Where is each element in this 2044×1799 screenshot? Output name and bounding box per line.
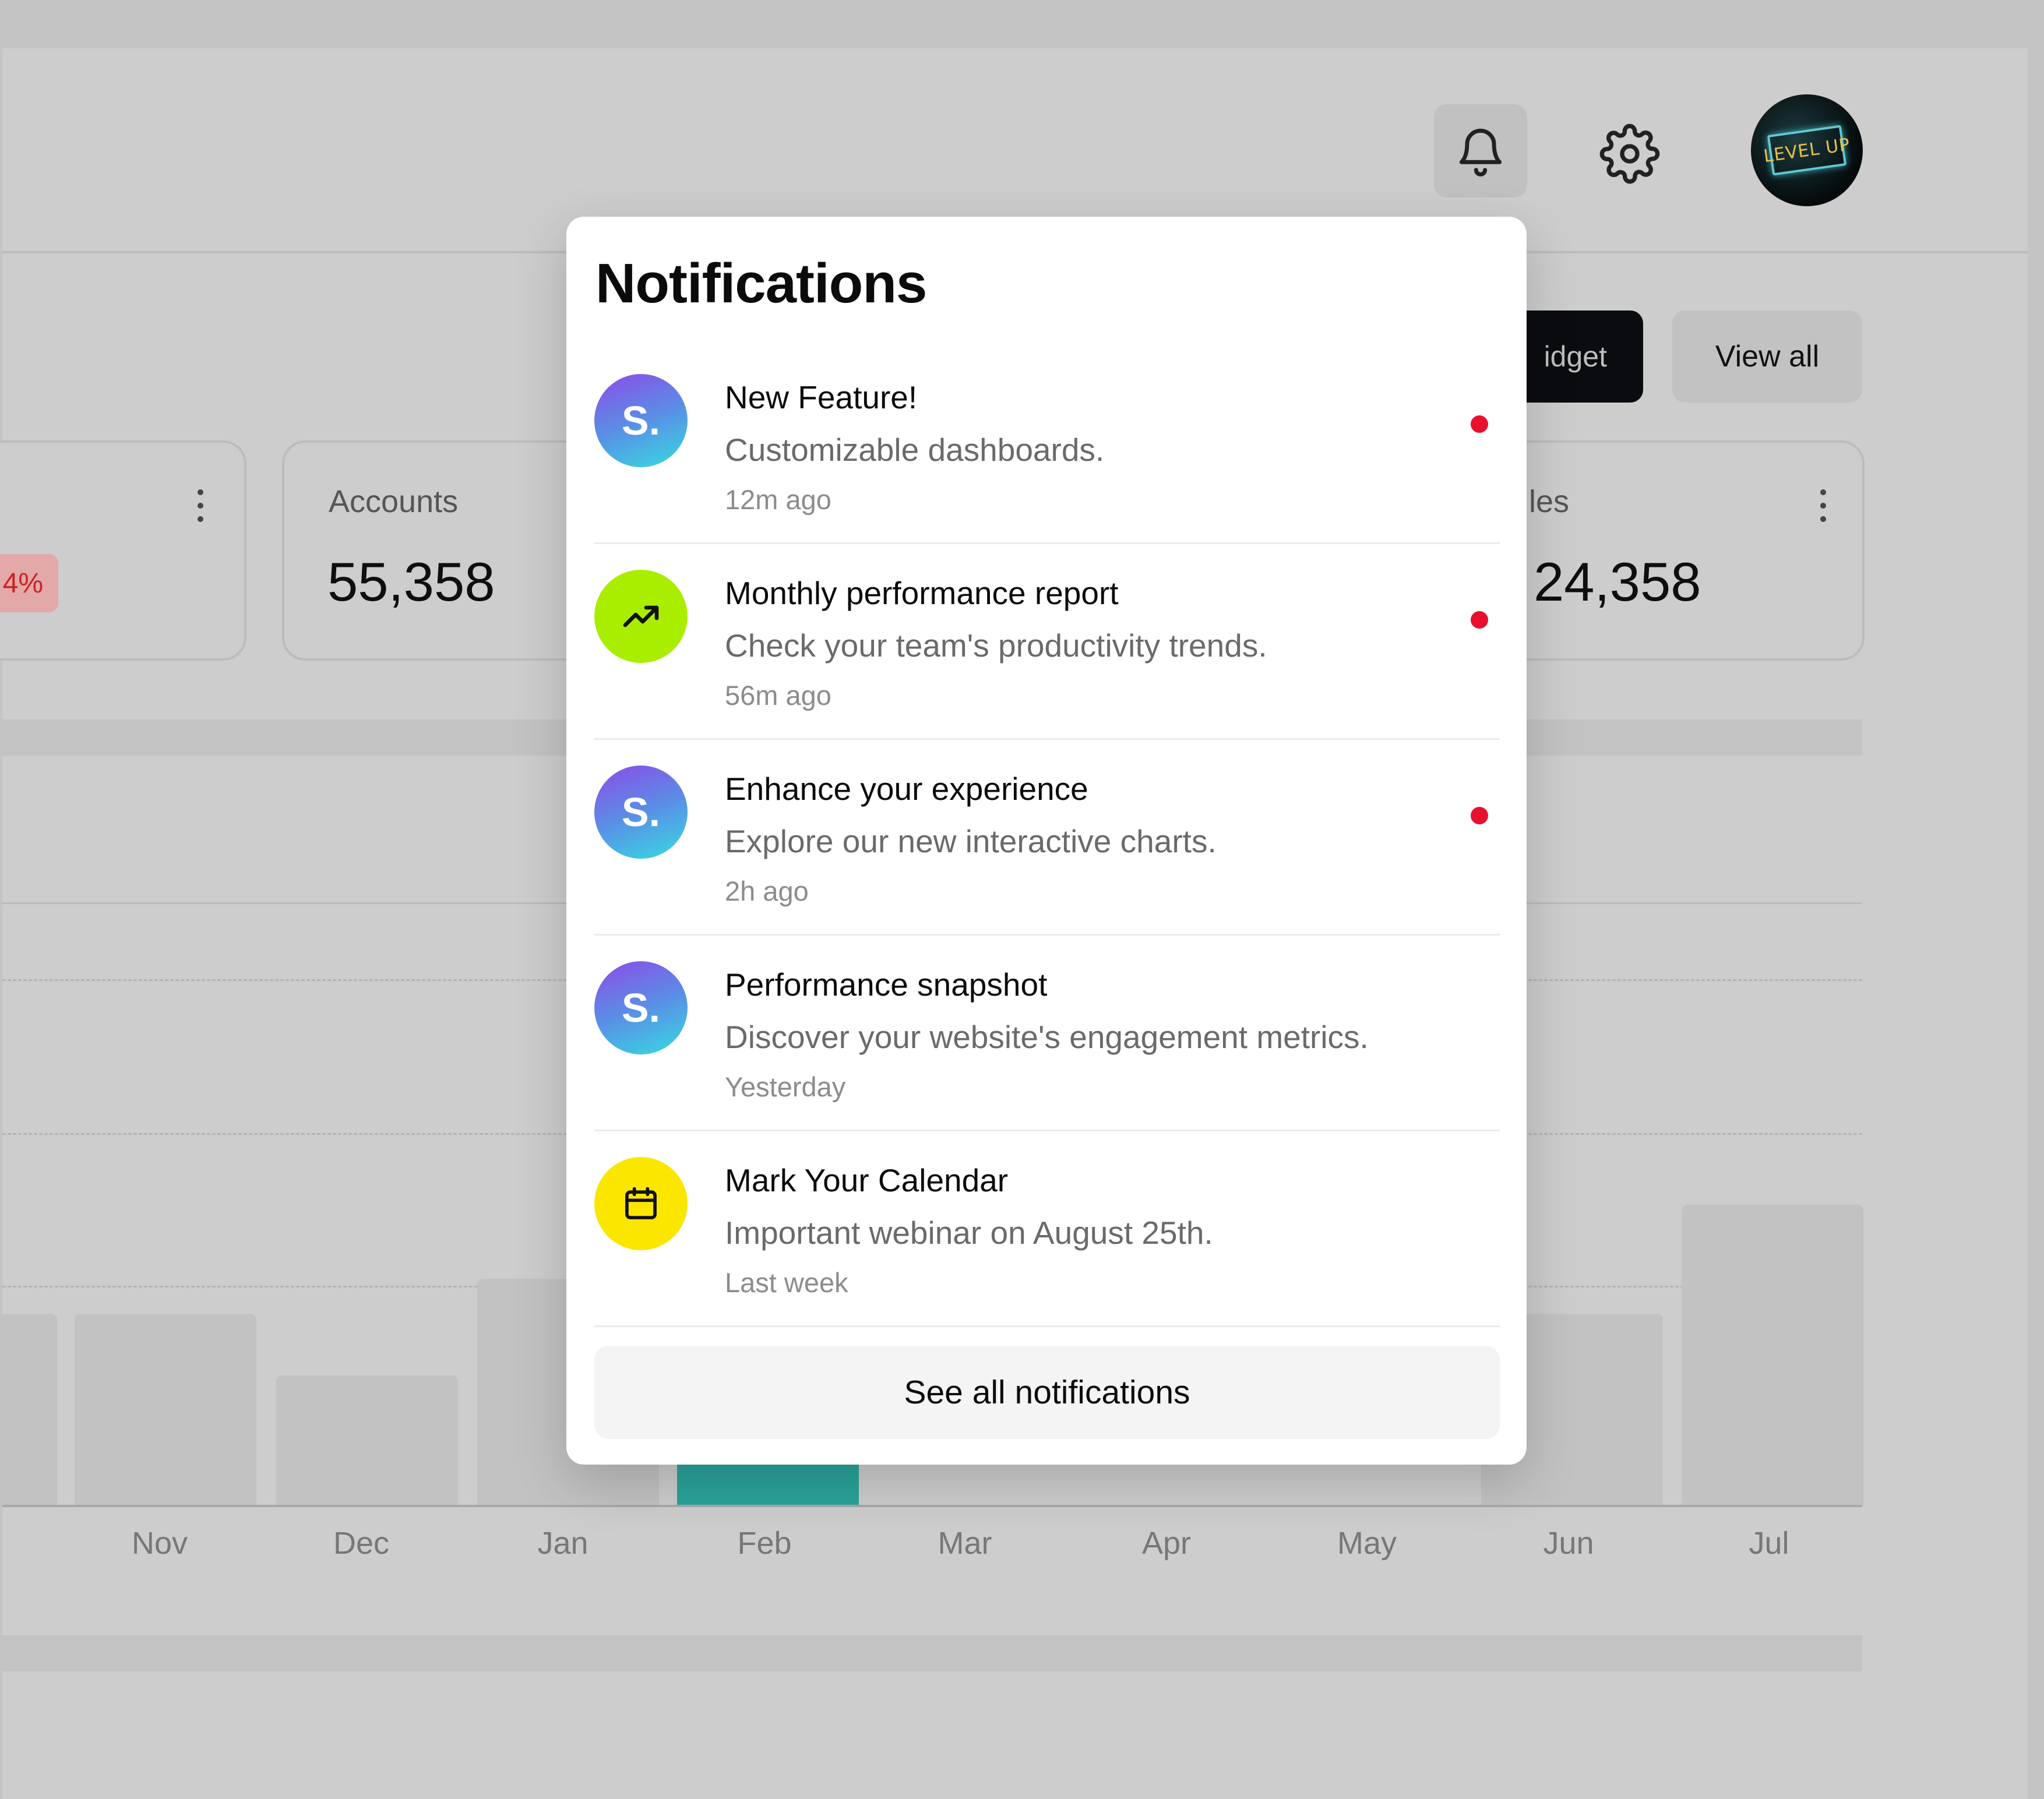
more-options-icon[interactable]: [1820, 489, 1826, 522]
x-axis-label-dec: Dec: [333, 1526, 390, 1561]
notification-description: Customizable dashboards.: [725, 432, 1105, 468]
notification-title: Enhance your experience: [725, 771, 1088, 807]
notification-title: Mark Your Calendar: [725, 1162, 1009, 1198]
settings-button[interactable]: [1598, 122, 1662, 186]
chart-bar: [75, 1314, 256, 1506]
notification-title: New Feature!: [725, 379, 918, 415]
view-all-button[interactable]: View all: [1672, 311, 1862, 403]
notification-time: Yesterday: [725, 1071, 846, 1102]
notification-item[interactable]: Monthly performance report Check your te…: [594, 544, 1500, 740]
x-axis-label-feb: Feb: [737, 1526, 792, 1561]
notification-description: Explore our new interactive charts.: [725, 823, 1217, 859]
sender-avatar-icon: S.: [594, 374, 688, 467]
notification-description: Discover your website's engagement metri…: [725, 1019, 1369, 1055]
chart-bar: [0, 1314, 57, 1506]
avatar-sign: LEVEL UP: [1763, 125, 1851, 176]
notification-item[interactable]: Mark Your Calendar Important webinar on …: [594, 1131, 1500, 1327]
gear-icon: [1599, 124, 1660, 184]
notification-title: Monthly performance report: [725, 575, 1119, 611]
notification-title: Performance snapshot: [725, 966, 1048, 1003]
stat-card-left: [0, 440, 246, 661]
more-options-icon[interactable]: [198, 489, 203, 522]
accounts-label: Accounts: [329, 484, 459, 519]
x-axis-label-jun: Jun: [1543, 1526, 1594, 1561]
notification-item[interactable]: S. New Feature! Customizable dashboards.…: [594, 348, 1500, 544]
unread-dot: [1471, 611, 1488, 629]
accounts-value: 55,358: [327, 551, 495, 612]
notification-item[interactable]: S. Enhance your experience Explore our n…: [594, 740, 1500, 936]
x-axis-label-nov: Nov: [131, 1526, 188, 1561]
stat-card-right: les 24,358: [1494, 440, 1865, 661]
change-badge: 4%: [0, 554, 58, 612]
user-avatar[interactable]: LEVEL UP: [1751, 94, 1863, 206]
trending-up-icon: [594, 570, 688, 663]
chart-bar-active[interactable]: [677, 1464, 859, 1506]
notification-time: 2h ago: [725, 876, 809, 906]
notification-description: Important webinar on August 25th.: [725, 1215, 1213, 1251]
x-axis-label-jul: Jul: [1749, 1526, 1789, 1561]
calendar-icon: [594, 1157, 688, 1250]
notification-time: 56m ago: [725, 680, 831, 711]
notification-description: Check your team's productivity trends.: [725, 627, 1267, 664]
x-axis-label-may: May: [1337, 1526, 1397, 1561]
unread-dot: [1471, 415, 1488, 433]
see-all-notifications-button[interactable]: See all notifications: [594, 1346, 1500, 1439]
chart-bar: [1682, 1205, 1863, 1506]
bell-icon: [1459, 129, 1502, 177]
x-axis-label-jan: Jan: [537, 1526, 588, 1561]
scrollbar-track[interactable]: [2028, 48, 2044, 1799]
x-axis: [2, 1505, 1862, 1507]
notifications-button[interactable]: [1434, 104, 1527, 197]
notification-item[interactable]: S. Performance snapshot Discover your we…: [594, 936, 1500, 1131]
notification-time: Last week: [725, 1267, 848, 1298]
sender-avatar-icon: S.: [594, 766, 688, 859]
notifications-title: Notifications: [595, 252, 927, 315]
chart-bar: [276, 1375, 458, 1506]
section-band: [2, 1635, 1862, 1671]
right-card-label: les: [1529, 484, 1570, 519]
sender-avatar-icon: S.: [594, 961, 688, 1054]
right-card-value: 24,358: [1534, 551, 1701, 612]
x-axis-label-mar: Mar: [938, 1526, 992, 1561]
notification-time: 12m ago: [725, 484, 831, 515]
notifications-popover: Notifications S. New Feature! Customizab…: [566, 217, 1527, 1465]
unread-dot: [1471, 807, 1488, 824]
x-axis-label-apr: Apr: [1141, 1526, 1192, 1561]
